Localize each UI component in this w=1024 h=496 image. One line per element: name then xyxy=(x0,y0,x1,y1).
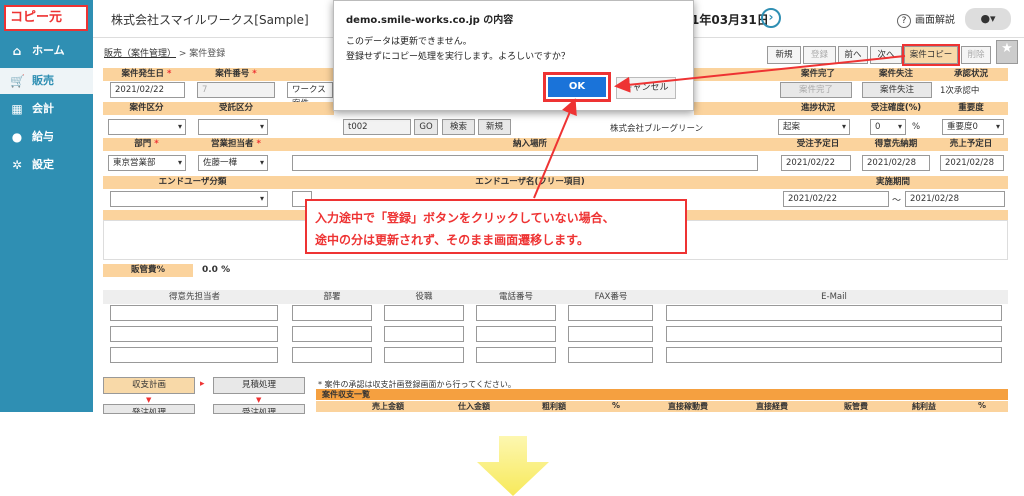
next-step-down-arrow-icon xyxy=(477,436,549,496)
annotation-callout: 入力途中で「登録」ボタンをクリックしていない場合、 途中の分は更新されず、そのま… xyxy=(305,199,687,254)
